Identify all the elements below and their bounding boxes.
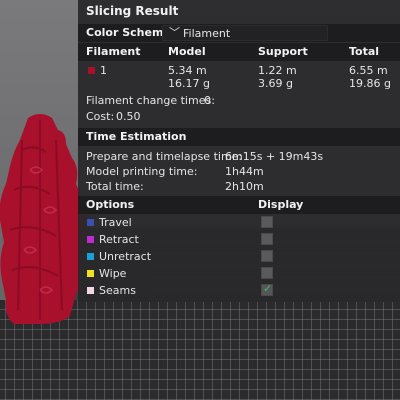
wipe-color-swatch — [87, 270, 94, 277]
option-travel-checkbox[interactable] — [261, 216, 273, 228]
color-scheme-dropdown[interactable]: ﹀ Filament — [162, 25, 328, 41]
filament-change-value: 0 — [204, 94, 211, 107]
header-model: Model — [168, 45, 206, 58]
seams-color-swatch — [87, 287, 94, 294]
option-retract-checkbox[interactable] — [261, 233, 273, 245]
total-length: 6.55 m — [349, 64, 388, 77]
option-seams-label: Seams — [99, 284, 136, 297]
support-weight: 3.69 g — [258, 77, 293, 90]
option-wipe-checkbox[interactable] — [261, 267, 273, 279]
total-weight: 19.86 g — [349, 77, 391, 90]
filament-id: 1 — [100, 64, 107, 77]
unretract-color-swatch — [87, 253, 94, 260]
display-title: Display — [258, 198, 304, 211]
filament-change-label: Filament change times: — [86, 94, 215, 107]
header-total: Total — [349, 45, 380, 58]
checkmark-icon: ✓ — [263, 282, 273, 295]
option-travel-label: Travel — [99, 216, 132, 229]
color-scheme-value: Filament — [183, 27, 231, 40]
option-unretract-label: Unretract — [99, 250, 152, 263]
cost-value: 0.50 — [116, 110, 141, 123]
slicing-result-panel: Slicing Result Color Scheme ﹀ Filament F… — [78, 0, 400, 302]
sliced-model[interactable] — [0, 110, 90, 330]
model-weight: 16.17 g — [168, 77, 210, 90]
chevron-down-icon: ﹀ — [169, 26, 180, 39]
option-unretract-checkbox[interactable] — [261, 250, 273, 262]
travel-color-swatch — [87, 219, 94, 226]
cost-label: Cost: — [86, 110, 115, 123]
panel-title: Slicing Result — [86, 4, 179, 18]
option-wipe-label: Wipe — [99, 267, 127, 280]
options-title: Options — [86, 198, 135, 211]
filament-color-swatch — [88, 67, 95, 74]
color-scheme-label: Color Scheme — [86, 26, 171, 39]
prepare-time-value: 6m15s + 19m43s — [225, 150, 324, 163]
header-support: Support — [258, 45, 308, 58]
option-retract-label: Retract — [99, 233, 139, 246]
header-filament: Filament — [86, 45, 141, 58]
model-length: 5.34 m — [168, 64, 207, 77]
support-length: 1.22 m — [258, 64, 297, 77]
model-print-time-value: 1h44m — [225, 165, 264, 178]
option-seams-checkbox[interactable]: ✓ — [261, 282, 273, 296]
time-estimation-title: Time Estimation — [86, 130, 187, 143]
retract-color-swatch — [87, 236, 94, 243]
total-time-value: 2h10m — [225, 180, 264, 193]
total-time-label: Total time: — [86, 180, 144, 193]
model-print-time-label: Model printing time: — [86, 165, 198, 178]
prepare-time-label: Prepare and timelapse time: — [86, 150, 243, 163]
